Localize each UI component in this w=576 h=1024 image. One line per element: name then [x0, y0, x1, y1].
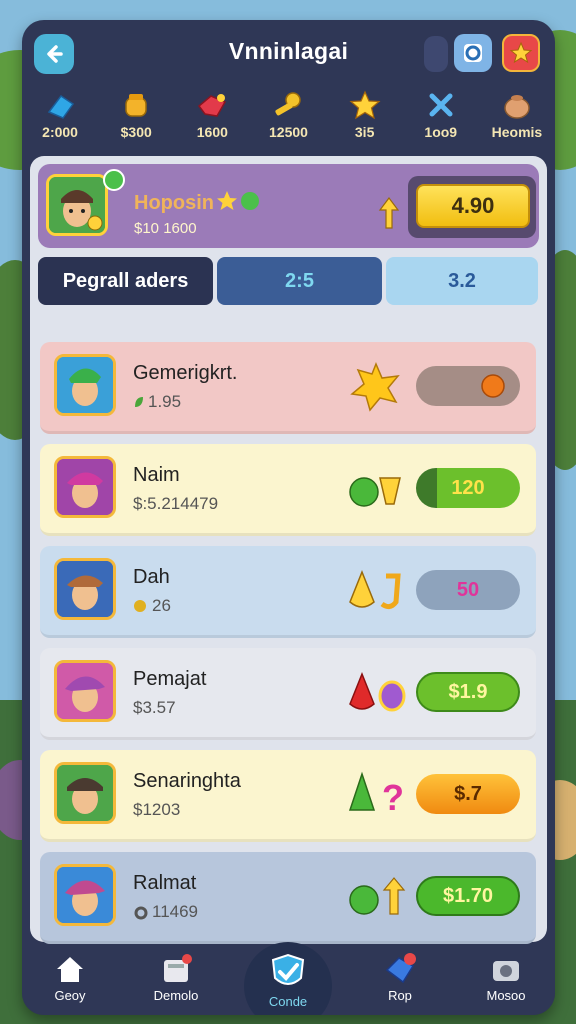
nav-mail[interactable]: Demolo: [136, 952, 216, 1003]
bottom-nav: Geoy Demolo Conde Rop Mosoo: [22, 942, 555, 1015]
list-item[interactable]: Pemajat $3.57 $1.9: [40, 648, 536, 740]
price-pill[interactable]: $.7: [416, 774, 520, 814]
tab-second[interactable]: 2:5: [217, 257, 382, 305]
avatar: [54, 354, 116, 416]
list-item[interactable]: Ralmat 11469 $1.70: [40, 852, 536, 944]
price-pill[interactable]: $1.70: [416, 876, 520, 916]
gold-star-badge-icon: [350, 362, 400, 412]
row-name: Dah: [133, 566, 170, 588]
red-gem-icon: [198, 94, 227, 117]
star-icon: [349, 90, 381, 120]
upgrade-arrow-icon: [378, 197, 400, 229]
yellow-drop-note-icon: [349, 569, 401, 610]
price-pill[interactable]: 120: [416, 468, 520, 508]
avatar: [54, 456, 116, 518]
svg-text:?: ?: [382, 777, 404, 818]
resource-swords: 1oo9: [403, 90, 479, 154]
avatar: [54, 660, 116, 722]
avatar: [46, 174, 108, 236]
resource-star: 3i5: [327, 90, 403, 154]
gem-bag-icon: [385, 953, 416, 984]
shield-check-icon: [271, 953, 305, 985]
price-pill[interactable]: $1.9: [416, 672, 520, 712]
nav-center[interactable]: Conde: [244, 942, 332, 1015]
character-portrait-icon: [57, 357, 113, 413]
resource-bar: 2:000 $300 1600 12500 3i5 1oo9 Heomis: [22, 90, 555, 154]
character-portrait-icon: [57, 459, 113, 515]
info-badge-icon: [464, 44, 482, 62]
green-cone-question-icon: ?: [348, 771, 404, 818]
resource-key: 12500: [250, 90, 326, 154]
price-pill[interactable]: 50: [416, 570, 520, 610]
empty-slot: [424, 36, 448, 72]
orange-coin-icon: [481, 374, 505, 398]
row-stat: 1.95: [148, 392, 182, 411]
leaf-icon: [135, 397, 143, 407]
row-stat: $:5.214479: [133, 494, 219, 513]
tab-bar: Pegrall aders 2:5 3.2: [38, 257, 539, 305]
green-gem-pair-icon: [349, 477, 401, 507]
star-badge-icon: [217, 191, 259, 210]
content-area: Hoposin $10 1600 4.90 Pegrall aders 2:5 …: [30, 156, 547, 944]
favorites-button[interactable]: [502, 34, 540, 72]
player-card[interactable]: Hoposin $10 1600 4.90: [38, 164, 539, 248]
camera-icon: [493, 961, 519, 981]
red-drop-and-potion-icon: [349, 671, 406, 712]
nav-camera[interactable]: Mosoo: [466, 952, 546, 1003]
blue-gem-icon: [47, 94, 75, 119]
player-name: Hoposin: [134, 192, 214, 214]
player-stats: $10 1600: [134, 220, 197, 237]
info-button[interactable]: [454, 34, 492, 72]
row-name: Senaringhta: [133, 770, 241, 792]
row-stat: 26: [152, 596, 171, 615]
row-name: Gemerigkrt.: [133, 362, 238, 384]
list-item[interactable]: Dah 26 50: [40, 546, 536, 638]
tab-all-orders[interactable]: Pegrall aders: [38, 257, 213, 305]
avatar: [54, 558, 116, 620]
online-badge-icon: [103, 169, 125, 191]
list-item[interactable]: Naim $:5.214479 120: [40, 444, 536, 536]
tab-third[interactable]: 3.2: [386, 257, 538, 305]
mailbox-icon: [164, 954, 192, 982]
price-pill[interactable]: [416, 366, 520, 406]
character-portrait-icon: [57, 561, 113, 617]
green-gem-arrow-icon: [349, 877, 406, 915]
star-icon: [509, 41, 533, 64]
character-portrait-icon: [57, 867, 113, 923]
resource-blue-gem: 2:000: [22, 90, 98, 154]
resource-honey: $300: [98, 90, 174, 154]
row-name: Naim: [133, 464, 180, 486]
character-portrait-icon: [57, 765, 113, 821]
row-stat: $1203: [133, 800, 181, 819]
list-item[interactable]: Gemerigkrt. 1.95: [40, 342, 536, 434]
crossed-swords-icon: [429, 93, 453, 117]
row-name: Ralmat: [133, 872, 197, 894]
avatar: [54, 864, 116, 926]
resource-bag: Heomis: [479, 90, 555, 154]
row-stat: $3.57: [133, 698, 176, 717]
treasure-bag-icon: [504, 95, 530, 119]
coin-icon: [134, 600, 146, 612]
hero-portrait-icon: [49, 177, 105, 233]
top-bar: Vnninlagai: [22, 20, 555, 90]
honey-pot-icon: [125, 94, 147, 117]
hero-price-button[interactable]: 4.90: [416, 184, 530, 228]
resource-red-gem: 1600: [174, 90, 250, 154]
list-item[interactable]: Senaringhta $1203 ? $.7: [40, 750, 536, 842]
nav-home[interactable]: Geoy: [30, 952, 110, 1003]
price-box: 4.90: [408, 176, 536, 238]
home-icon: [57, 957, 83, 982]
row-name: Pemajat: [133, 668, 207, 690]
character-portrait-icon: [57, 663, 113, 719]
gear-icon: [134, 906, 148, 920]
nav-shop[interactable]: Rop: [360, 952, 440, 1003]
row-stat: 11469: [152, 902, 199, 921]
avatar: [54, 762, 116, 824]
key-icon: [275, 92, 302, 116]
main-panel: Vnninlagai 2:000 $300 1600 12500 3i5 1oo…: [22, 20, 555, 1015]
